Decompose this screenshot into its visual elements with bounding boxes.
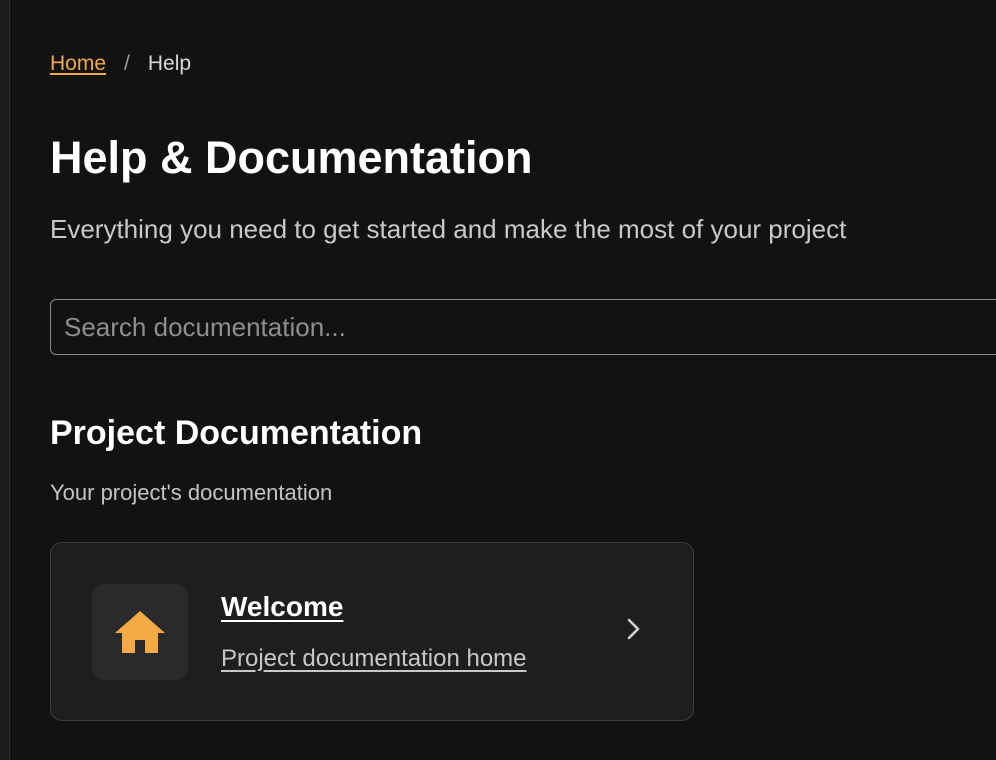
section-title: Project Documentation [50,414,423,452]
breadcrumb: Home / Help [50,50,191,78]
breadcrumb-separator: / [124,52,130,75]
card-title[interactable]: Welcome [221,591,343,623]
main-content: Home / Help Help & Documentation Everyth… [50,0,996,760]
section-subtitle: Your project's documentation [50,480,333,505]
breadcrumb-home-link[interactable]: Home [50,52,106,76]
sidebar-edge [0,0,10,760]
card-icon-container [92,584,188,680]
home-icon [115,611,165,653]
page-title: Help & Documentation [50,132,533,183]
breadcrumb-current: Help [147,52,192,75]
page-subtitle: Everything you need to get started and m… [50,214,847,244]
chevron-right-icon [627,618,640,640]
search-input[interactable] [50,299,996,355]
card-description[interactable]: Project documentation home [221,645,527,673]
doc-card-welcome[interactable]: Welcome Project documentation home [50,542,694,721]
